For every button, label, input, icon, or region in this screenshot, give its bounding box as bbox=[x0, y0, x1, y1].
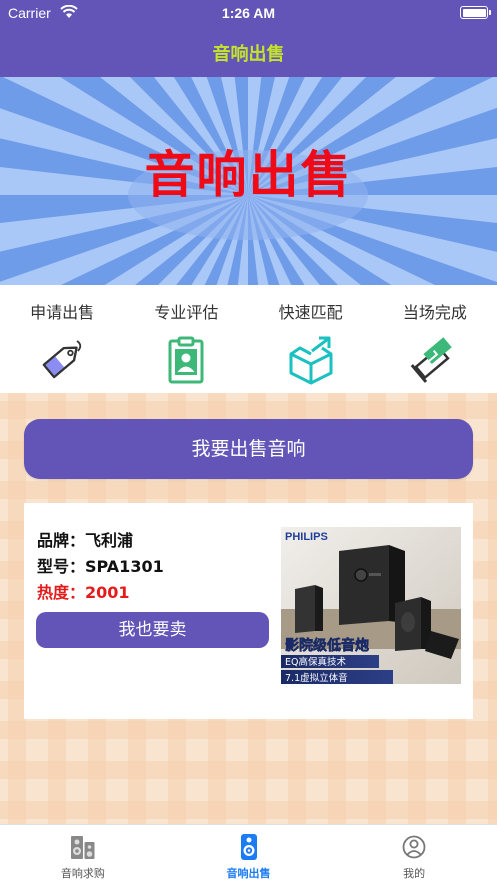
banner-title: 音响出售 bbox=[144, 146, 353, 204]
features-row: 申请出售 专业评估 快速匹配 当场完成 bbox=[0, 285, 497, 393]
feature-complete-on-site[interactable]: 当场完成 bbox=[373, 285, 497, 393]
feature-quick-match[interactable]: 快速匹配 bbox=[249, 285, 373, 393]
tab-speaker-buy[interactable]: 音响求购 bbox=[0, 825, 166, 883]
clipboard-user-icon bbox=[168, 336, 204, 384]
product-card[interactable]: 品牌：飞利浦 型号：SPA1301 热度：2001 我也要卖 PHILIPS 影… bbox=[24, 503, 473, 719]
model-value: SPA1301 bbox=[85, 557, 164, 576]
svg-text:影院级低音炮: 影院级低音炮 bbox=[285, 637, 369, 654]
feature-professional-evaluation[interactable]: 专业评估 bbox=[124, 285, 248, 393]
status-bar: Carrier 1:26 AM bbox=[0, 0, 497, 26]
speaker-sell-icon bbox=[240, 834, 257, 860]
tab-bar: 音响求购 音响出售 我的 bbox=[0, 824, 497, 883]
svg-text:7.1虚拟立体音: 7.1虚拟立体音 bbox=[285, 672, 348, 684]
tab-label: 音响出售 bbox=[226, 867, 271, 880]
heat-label: 热度： bbox=[37, 583, 86, 602]
top-bar: Carrier 1:26 AM 音响出售 bbox=[0, 0, 497, 77]
feature-label: 申请出售 bbox=[30, 303, 95, 322]
hero-banner: 音响出售 bbox=[0, 77, 497, 285]
feature-label: 快速匹配 bbox=[278, 303, 343, 322]
brand-label: 品牌： bbox=[37, 531, 86, 550]
brand-value: 飞利浦 bbox=[85, 531, 134, 550]
clock: 1:26 AM bbox=[221, 5, 276, 21]
model-label: 型号： bbox=[37, 557, 86, 576]
nav-title: 音响出售 bbox=[212, 44, 285, 65]
model-row: 型号：SPA1301 bbox=[37, 554, 164, 580]
also-sell-button[interactable]: 我也要卖 bbox=[36, 612, 269, 648]
feature-apply-sell[interactable]: 申请出售 bbox=[0, 285, 124, 393]
speaker-icon bbox=[70, 836, 95, 859]
svg-text:EQ高保真技术: EQ高保真技术 bbox=[285, 656, 346, 668]
box-icon bbox=[289, 336, 333, 385]
feature-label: 专业评估 bbox=[154, 303, 219, 322]
heat-row: 热度：2001 bbox=[37, 580, 164, 606]
heat-value: 2001 bbox=[85, 583, 130, 602]
product-info: 品牌：飞利浦 型号：SPA1301 热度：2001 bbox=[37, 528, 164, 606]
battery-icon bbox=[460, 6, 491, 19]
tag-icon bbox=[42, 340, 82, 379]
tab-label: 我的 bbox=[403, 867, 426, 880]
tab-speaker-sell[interactable]: 音响出售 bbox=[166, 825, 332, 883]
product-image[interactable]: PHILIPS 影院级低音炮 EQ高保真技术 7.1虚拟立体音 bbox=[281, 527, 461, 684]
feature-label: 当场完成 bbox=[402, 303, 467, 322]
tab-label: 音响求购 bbox=[60, 867, 105, 880]
handshake-icon bbox=[410, 337, 452, 383]
brand-row: 品牌：飞利浦 bbox=[37, 528, 164, 554]
svg-text:PHILIPS: PHILIPS bbox=[285, 531, 328, 543]
tab-profile[interactable]: 我的 bbox=[331, 825, 497, 883]
profile-icon bbox=[402, 835, 426, 859]
sell-speaker-button[interactable]: 我要出售音响 bbox=[24, 419, 473, 479]
